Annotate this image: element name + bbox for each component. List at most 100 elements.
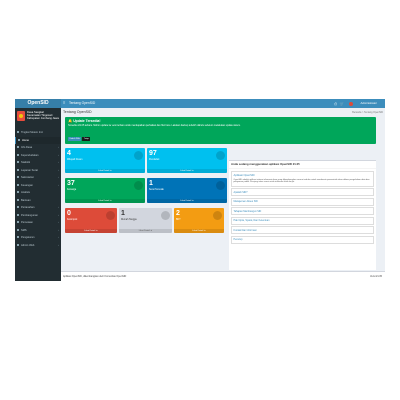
menu-item-icon xyxy=(17,168,19,171)
panel-link-5[interactable]: Penutup xyxy=(231,235,374,244)
sidebar-item-layanan-surat[interactable]: Layanan Surat ‹ xyxy=(15,167,61,175)
sidebar-item-label: Pertanahan xyxy=(21,206,35,209)
chevron-left-icon: ‹ xyxy=(58,146,59,149)
stat-label: Keluarga xyxy=(67,189,77,191)
alert-button-1[interactable]: Tutup xyxy=(82,137,91,141)
stat-box-rumah-tangga: 1 Rumah Tangga Lihat Detail ➜ xyxy=(119,208,172,233)
sidebar-item-pemetaan[interactable]: Pemetaan ‹ xyxy=(15,219,61,227)
chevron-left-icon: ‹ xyxy=(58,221,59,224)
sidebar-item-kependudukan[interactable]: Kependudukan ‹ xyxy=(15,152,61,160)
sidebar-item-tingkat-sistem-ind[interactable]: Tingkat Sistem Ind. xyxy=(15,129,61,137)
sidebar-menu: Tingkat Sistem Ind. Home Info Desa ‹ Kependu… xyxy=(15,129,61,249)
stat-box-bdt: 2 BDT Lihat Detail ➜ xyxy=(174,208,224,233)
sidebar-item-statistik[interactable]: Statistik ‹ xyxy=(15,159,61,167)
stat-label: Rumah Tangga xyxy=(121,219,137,221)
menu-item-icon xyxy=(17,153,19,156)
chevron-left-icon: ‹ xyxy=(58,236,59,239)
sidebar-item-pembangunan[interactable]: Pembangunan ‹ xyxy=(15,212,61,220)
alert-title: 🔔 Update Tersedia! xyxy=(68,119,100,123)
stat-detail-link[interactable]: Lihat Detail ➜ xyxy=(147,169,227,173)
village-info: Desa Sangkal Kecamatan Tlogosari Kabupat… xyxy=(17,110,59,123)
menu-item-icon xyxy=(17,146,19,149)
alert-buttons: Unduh Rilis Tutup xyxy=(68,136,91,141)
printer-icon[interactable]: ⎙ xyxy=(334,102,337,106)
chevron-left-icon: ‹ xyxy=(58,168,59,172)
stat-icon xyxy=(134,151,143,160)
menu-item-icon xyxy=(17,191,19,194)
page-footer: Aplikasi OpenSID, dikembangkan oleh Komu… xyxy=(61,271,385,281)
stat-value: 1 xyxy=(149,180,153,187)
sidebar-item-label: Kependudukan xyxy=(21,153,39,157)
breadcrumb: Beranda > Tentang OpenSID xyxy=(352,111,383,114)
update-alert: 🔔 Update Tersedia! Tersedia v21.05 terba… xyxy=(65,117,376,144)
user-menu[interactable]: Administrator xyxy=(361,99,377,108)
chevron-left-icon: ‹ xyxy=(58,161,59,164)
breadcrumb-home[interactable]: Beranda xyxy=(352,111,361,114)
shopping-cart-icon[interactable]: 🛒 xyxy=(340,102,344,106)
card-title[interactable]: Aplikasi OpenSID xyxy=(234,174,372,177)
sidebar-item-pertanahan[interactable]: Pertanahan ‹ xyxy=(15,204,61,212)
breadcrumb-current: Tentang OpenSID xyxy=(363,111,383,114)
menu-item-icon xyxy=(17,176,19,179)
village-name: Desa Sangkal Kecamatan Tlogosari Kabupat… xyxy=(27,111,59,121)
footer-credit: Aplikasi OpenSID, dikembangkan oleh Komu… xyxy=(63,275,127,278)
sidebar-item-home[interactable]: Home xyxy=(15,136,61,144)
menu-item-icon xyxy=(17,183,19,186)
panel-link-2[interactable]: Tahapan Membangun SID xyxy=(231,207,374,216)
about-panel: Anda sedang menggunakan aplikasi OpenSID… xyxy=(229,160,376,270)
stat-value: 2 xyxy=(176,210,180,217)
avatar[interactable] xyxy=(349,101,353,106)
panel-link-0[interactable]: Apakah SID? xyxy=(231,188,374,197)
footer-version: Versi 21.05 xyxy=(370,275,382,278)
sidebar-item-admin-web[interactable]: Admin Web ‹ xyxy=(15,242,61,250)
chevron-left-icon: ‹ xyxy=(58,213,59,217)
chevron-left-icon: ‹ xyxy=(58,176,59,179)
app-window: OpenSID ≡ Tentang OpenSID ⎙ 🛒 Administra… xyxy=(15,99,385,281)
stat-box-surat-tercetak: 1 Surat Tercetak Lihat Detail ➜ xyxy=(147,178,227,203)
stat-detail-link[interactable]: Lihat Detail ➜ xyxy=(65,229,117,233)
stat-box-kelompok: 0 Kelompok Lihat Detail ➜ xyxy=(65,208,117,233)
chevron-left-icon: ‹ xyxy=(58,206,59,209)
stat-detail-link[interactable]: Lihat Detail ➜ xyxy=(65,169,145,173)
sidebar-item-label: Layanan Surat xyxy=(21,168,38,172)
about-card: Aplikasi OpenSID OpenSID adalah aplikasi… xyxy=(231,171,374,187)
sidebar-item-sekretariat[interactable]: Sekretariat ‹ xyxy=(15,174,61,182)
menu-item-icon xyxy=(17,236,19,239)
sidebar-item-info-desa[interactable]: Info Desa ‹ xyxy=(15,144,61,152)
sidebar-item-sms[interactable]: SMS ‹ xyxy=(15,227,61,235)
stat-label: Surat Tercetak xyxy=(149,189,164,191)
top-navbar: ≡ Tentang OpenSID ⎙ 🛒 Administrator xyxy=(61,99,385,108)
stat-icon xyxy=(213,211,222,220)
chevron-left-icon: ‹ xyxy=(58,183,59,187)
menu-item-icon xyxy=(17,131,19,134)
panel-link-1[interactable]: Manajemen Akses SID xyxy=(231,197,374,206)
stat-icon xyxy=(216,181,225,190)
panel-link-4[interactable]: Kontak Dan Informasi xyxy=(231,226,374,235)
sidebar-item-label: Pemetaan xyxy=(21,221,33,224)
menu-item-icon xyxy=(17,206,19,209)
menu-toggle-icon[interactable]: ≡ xyxy=(63,101,65,105)
stat-value: 37 xyxy=(67,180,75,187)
sidebar-item-pengaturan[interactable]: Pengaturan ‹ xyxy=(15,234,61,242)
stat-detail-link[interactable]: Lihat Detail ➜ xyxy=(65,199,145,203)
brand-logo[interactable]: OpenSID xyxy=(15,99,61,108)
sidebar-item-analisis[interactable]: Analisis xyxy=(15,189,61,197)
sidebar: Desa Sangkal Kecamatan Tlogosari Kabupat… xyxy=(15,108,61,281)
sidebar-item-label: Analisis xyxy=(21,191,30,194)
header-title: Tentang OpenSID xyxy=(69,101,96,105)
stat-value: 97 xyxy=(149,150,157,157)
sidebar-item-bantuan[interactable]: Bantuan xyxy=(15,197,61,205)
stat-label: BDT xyxy=(176,219,181,221)
village-logo xyxy=(17,111,25,121)
panel-link-3[interactable]: Hak Cipta, Syarat, Dan Ketentuan xyxy=(231,216,374,225)
menu-item-icon xyxy=(17,243,19,246)
sidebar-item-label: Pengaturan xyxy=(21,236,35,239)
alert-button-0[interactable]: Unduh Rilis xyxy=(68,137,82,141)
stat-detail-link[interactable]: Lihat Detail ➜ xyxy=(119,229,172,233)
sidebar-item-keuangan[interactable]: Keuangan ‹ xyxy=(15,182,61,190)
sidebar-item-label: SMS xyxy=(21,228,27,232)
content-header: Tentang OpenSID Beranda > Tentang OpenSI… xyxy=(63,108,383,117)
stat-detail-link[interactable]: Lihat Detail ➜ xyxy=(147,199,227,203)
stat-detail-link[interactable]: Lihat Detail ➜ xyxy=(174,229,224,233)
menu-item-icon xyxy=(17,221,19,224)
